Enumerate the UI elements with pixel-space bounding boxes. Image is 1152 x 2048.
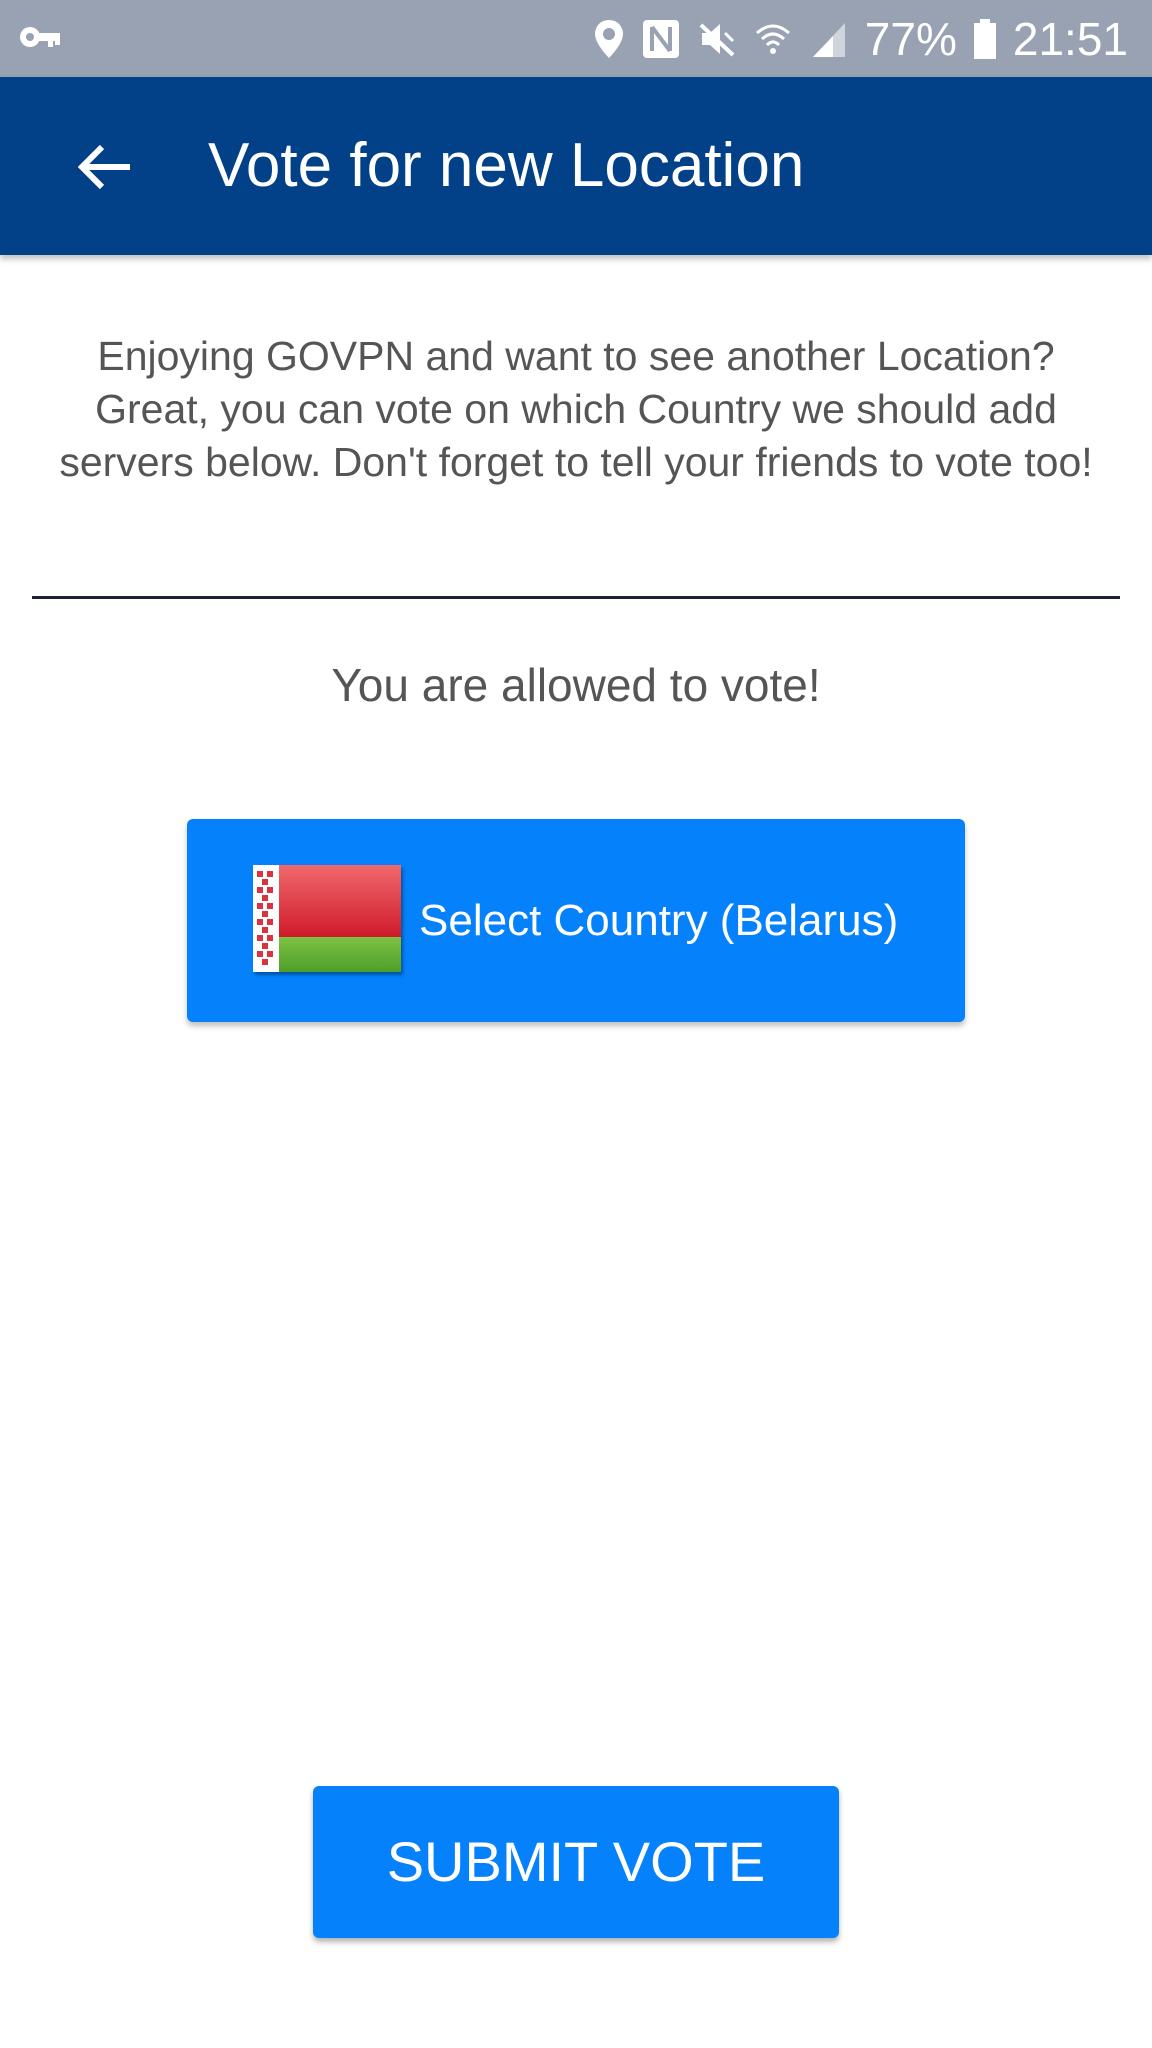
vote-status-text: You are allowed to vote! [331, 659, 821, 711]
location-pin-icon [593, 18, 625, 60]
wifi-icon [753, 19, 793, 59]
mute-icon [697, 19, 737, 59]
back-button[interactable] [66, 129, 146, 209]
belarus-flag-icon [253, 865, 401, 972]
vpn-key-icon [18, 24, 62, 55]
status-right: 77% 21:51 [593, 0, 1128, 77]
arrow-left-icon [77, 142, 134, 197]
select-country-button[interactable]: Select Country (Belarus) [187, 819, 965, 1022]
select-country-label: Select Country (Belarus) [419, 896, 899, 945]
app-bar: Vote for new Location [0, 77, 1152, 255]
page-title: Vote for new Location [208, 131, 805, 200]
submit-vote-button[interactable]: SUBMIT VOTE [313, 1786, 839, 1938]
status-bar: 77% 21:51 [0, 0, 1152, 77]
signal-icon [809, 19, 849, 59]
clock: 21:51 [1012, 12, 1128, 65]
battery-percent: 77% [864, 12, 957, 65]
intro-text: Enjoying GOVPN and want to see another L… [59, 333, 1093, 485]
divider [32, 596, 1120, 599]
nfc-icon [641, 18, 681, 60]
status-left [18, 20, 62, 58]
battery-icon [973, 18, 997, 60]
